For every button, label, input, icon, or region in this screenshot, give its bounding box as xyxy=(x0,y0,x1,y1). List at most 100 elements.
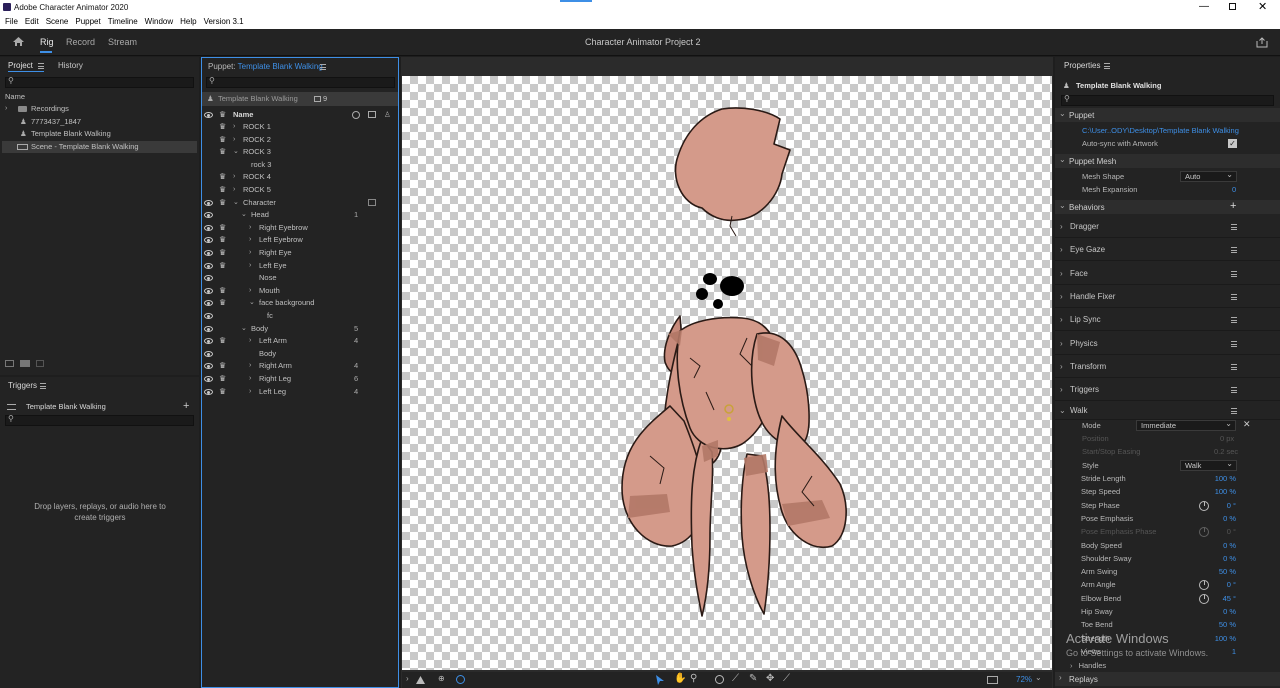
chevron-down-icon[interactable]: ⌄ xyxy=(241,209,247,221)
layer-row[interactable]: ♛ › Right Arm 4 xyxy=(202,360,398,372)
chevron-down-icon[interactable]: ⌄ xyxy=(241,323,247,335)
layer-row[interactable]: ♛ › ROCK 4 xyxy=(202,171,398,183)
menu-puppet[interactable]: Puppet xyxy=(75,15,100,29)
behavior-lip-sync[interactable]: › Lip Sync xyxy=(1055,309,1280,332)
eye-icon[interactable] xyxy=(204,350,213,357)
crown-icon[interactable]: ♛ xyxy=(219,249,227,257)
properties-menu-icon[interactable] xyxy=(1104,63,1110,69)
behavior-menu-icon[interactable] xyxy=(1231,247,1237,254)
tab-project[interactable]: Project xyxy=(8,61,33,70)
behaviors-section-header[interactable]: ⌄ Behaviors + xyxy=(1055,200,1280,214)
layer-row[interactable]: ♛ › ROCK 2 xyxy=(202,134,398,146)
layer-row[interactable]: Nose xyxy=(202,272,398,284)
puppet-mesh-section-header[interactable]: ⌄ Puppet Mesh xyxy=(1055,154,1280,168)
autosync-checkbox[interactable]: ✓ xyxy=(1228,139,1237,148)
behavior-menu-icon[interactable] xyxy=(1231,363,1237,370)
eye-icon[interactable] xyxy=(204,300,213,307)
tab-stream[interactable]: Stream xyxy=(108,37,137,47)
checkerboard-icon[interactable] xyxy=(987,676,998,684)
crown-icon[interactable]: ♛ xyxy=(219,198,227,206)
chevron-right-icon[interactable]: › xyxy=(233,121,235,133)
add-trigger-icon[interactable]: + xyxy=(183,400,189,412)
properties-search-input[interactable]: ⚲ xyxy=(1061,94,1274,106)
eye-icon[interactable] xyxy=(204,199,213,206)
home-icon[interactable] xyxy=(12,36,25,47)
rig-mode-icon[interactable]: ⊕ xyxy=(438,674,445,683)
stage-canvas[interactable] xyxy=(402,76,1052,670)
zoom-level[interactable]: 72% xyxy=(1016,675,1032,684)
crown-icon[interactable]: ♛ xyxy=(219,135,227,143)
crown-icon[interactable]: ♛ xyxy=(219,387,227,395)
delete-icon[interactable] xyxy=(36,360,44,367)
list-item-selected[interactable]: Scene - Template Blank Walking xyxy=(2,141,197,153)
crown-icon[interactable]: ♛ xyxy=(219,123,227,131)
eye-icon[interactable] xyxy=(204,262,213,269)
crown-icon[interactable]: ♛ xyxy=(219,223,227,231)
crown-icon[interactable]: ♛ xyxy=(219,261,227,269)
crown-icon[interactable]: ♛ xyxy=(219,362,227,370)
new-item-icon[interactable] xyxy=(5,360,14,367)
list-item[interactable]: › Recordings xyxy=(5,103,195,115)
menu-scene[interactable]: Scene xyxy=(46,15,69,29)
eye-icon[interactable] xyxy=(204,363,213,370)
dial-icon[interactable] xyxy=(1199,527,1209,538)
crown-icon[interactable]: ♛ xyxy=(219,299,227,307)
chevron-right-icon[interactable]: › xyxy=(249,335,251,347)
chevron-down-icon[interactable]: ⌄ xyxy=(1035,673,1042,682)
puppet-handle-icon[interactable]: ♙ xyxy=(384,109,391,121)
dial-icon[interactable] xyxy=(1199,580,1209,591)
tab-rig[interactable]: Rig xyxy=(40,37,54,47)
origin-tool-icon[interactable] xyxy=(715,675,724,684)
walk-param-value[interactable]: 100 % xyxy=(1215,473,1236,485)
behavior-menu-icon[interactable] xyxy=(1231,317,1237,324)
replays-section-header[interactable]: › Replays xyxy=(1055,672,1280,686)
share-icon[interactable] xyxy=(1256,37,1268,48)
layer-row[interactable]: ♛ ⌄ ROCK 3 xyxy=(202,146,398,158)
crown-icon[interactable]: ♛ xyxy=(219,375,227,383)
layer-row[interactable]: ♛ › Left Leg 4 xyxy=(202,386,398,398)
behavior-menu-icon[interactable] xyxy=(1231,340,1237,347)
menu-window[interactable]: Window xyxy=(145,15,173,29)
behavior-face[interactable]: › Face xyxy=(1055,263,1280,285)
walk-param-value[interactable]: 100 % xyxy=(1215,486,1236,498)
dial-icon[interactable] xyxy=(1199,593,1209,604)
menu-file[interactable]: File xyxy=(5,15,18,29)
behavior-handle-fixer[interactable]: › Handle Fixer xyxy=(1055,286,1280,308)
pin-tool-icon[interactable]: ✎ xyxy=(749,673,757,684)
dial-icon[interactable] xyxy=(1199,500,1209,511)
walk-param-value[interactable]: 100 % xyxy=(1215,633,1236,645)
crown-icon[interactable]: ♛ xyxy=(219,286,227,294)
walk-param-value[interactable]: 0 % xyxy=(1223,540,1236,552)
chevron-right-icon[interactable]: › xyxy=(249,247,251,259)
layer-row[interactable]: ⌄ Head 1 xyxy=(202,209,398,221)
crown-icon[interactable]: ♛ xyxy=(219,337,227,345)
layer-row[interactable]: ⌄ Body 5 xyxy=(202,323,398,335)
walk-menu-icon[interactable] xyxy=(1231,408,1237,414)
walk-param-value[interactable]: 0 ° xyxy=(1227,579,1236,591)
layer-row[interactable]: ♛ › ROCK 5 xyxy=(202,184,398,196)
chevron-right-icon[interactable]: › xyxy=(249,373,251,385)
behavior-dragger[interactable]: › Dragger xyxy=(1055,216,1280,238)
remove-behavior-icon[interactable]: ✕ xyxy=(1243,419,1251,430)
tab-record[interactable]: Record xyxy=(66,37,95,47)
crown-icon[interactable]: ♛ xyxy=(219,111,227,119)
walk-param-value[interactable]: 50 % xyxy=(1219,566,1236,578)
chevron-right-icon[interactable]: › xyxy=(249,222,251,234)
walk-param-value[interactable]: 0 % xyxy=(1223,606,1236,618)
handle-tool-icon[interactable]: ✥ xyxy=(766,673,774,684)
crown-icon[interactable]: ♛ xyxy=(219,236,227,244)
walk-param-value[interactable]: 45 ° xyxy=(1223,593,1236,605)
chevron-down-icon[interactable]: ⌄ xyxy=(233,197,239,209)
list-item[interactable]: ♟ Template Blank Walking xyxy=(5,128,195,140)
add-behavior-icon[interactable]: + xyxy=(1230,200,1236,212)
layer-row[interactable]: ♛ › Left Eyebrow xyxy=(202,234,398,246)
chevron-right-icon[interactable]: › xyxy=(249,234,251,246)
crown-icon[interactable]: ♛ xyxy=(219,173,227,181)
tag-icon[interactable] xyxy=(368,198,376,206)
puppet-menu-icon[interactable] xyxy=(320,64,326,70)
select-tool-icon[interactable] xyxy=(656,675,664,685)
layer-row[interactable]: ♛ › Right Eye xyxy=(202,247,398,259)
minimize-icon[interactable]: — xyxy=(1199,1,1209,12)
dangle-tool-icon[interactable]: ⟋ xyxy=(783,673,790,684)
list-item[interactable]: ♟ 7773437_1847 xyxy=(5,116,195,128)
